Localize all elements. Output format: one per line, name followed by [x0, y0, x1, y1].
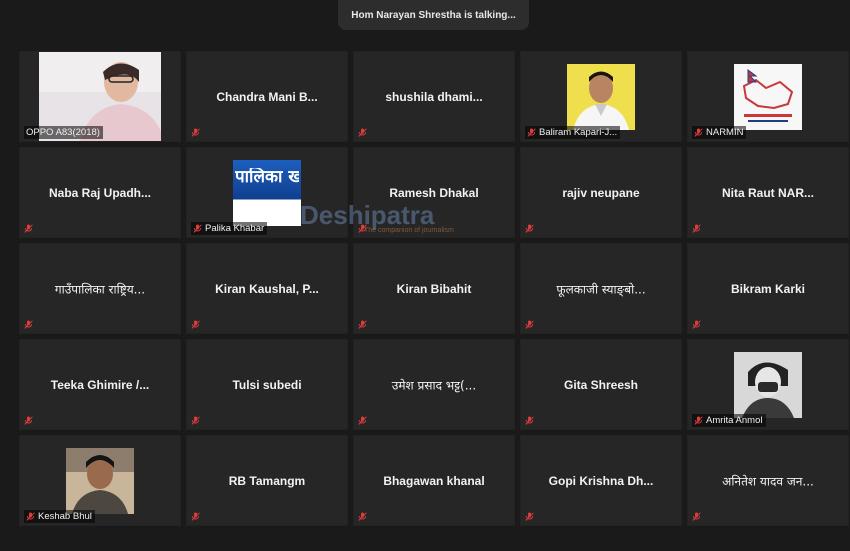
participant-tile[interactable]: Kiran Kaushal, P...	[186, 243, 348, 334]
participant-name: Bikram Karki	[730, 281, 806, 296]
participant-name: Chandra Mani B...	[216, 89, 318, 104]
participant-tile[interactable]: अनितेश यादव जन...	[687, 435, 849, 526]
participant-video: पालिका खबर	[233, 160, 301, 226]
participant-name: फूलकाजी स्याङ्बो...	[556, 282, 646, 296]
mic-muted-icon	[358, 512, 367, 521]
participant-tile[interactable]: OPPO A83(2018)	[19, 51, 181, 142]
mic-muted-icon	[358, 128, 367, 137]
mic-muted-icon	[24, 416, 33, 425]
participant-tile[interactable]: Bikram Karki	[687, 243, 849, 334]
participant-grid: OPPO A83(2018) Chandra Mani B... shushil…	[19, 51, 849, 526]
participant-name: shushila dhami...	[385, 89, 483, 104]
mic-muted-icon	[527, 128, 536, 137]
participant-name: Tulsi subedi	[232, 377, 302, 392]
participant-tile[interactable]: rajiv neupane	[520, 147, 682, 238]
mic-muted-icon	[358, 320, 367, 329]
participant-tile[interactable]: Amrita Anmol	[687, 339, 849, 430]
participant-name-label: NARMIN	[692, 126, 747, 139]
participant-tile[interactable]: shushila dhami...	[353, 51, 515, 142]
participant-tile[interactable]: Bhagawan khanal	[353, 435, 515, 526]
participant-tile[interactable]: Teeka Ghimire /...	[19, 339, 181, 430]
participant-tile[interactable]: Tulsi subedi	[186, 339, 348, 430]
mic-muted-icon	[191, 320, 200, 329]
mic-muted-icon	[694, 128, 703, 137]
participant-name: Kiran Kaushal, P...	[215, 281, 319, 296]
mic-muted-icon	[525, 320, 534, 329]
participant-tile[interactable]: फूलकाजी स्याङ्बो...	[520, 243, 682, 334]
participant-tile[interactable]: गाउँपालिका राष्ट्रिय...	[19, 243, 181, 334]
participant-name-label: Amrita Anmol	[692, 414, 766, 427]
mic-muted-icon	[193, 224, 202, 233]
participant-tile[interactable]: Ramesh Dhakal	[353, 147, 515, 238]
mic-muted-icon	[24, 320, 33, 329]
participant-video	[734, 64, 802, 130]
participant-name-label: Keshab Bhul	[24, 510, 95, 523]
participant-name: Kiran Bibahit	[396, 281, 472, 296]
participant-tile[interactable]: NARMIN	[687, 51, 849, 142]
participant-tile[interactable]: Baliram Kapari-J...	[520, 51, 682, 142]
participant-name: RB Tamangm	[228, 473, 306, 488]
mic-muted-icon	[692, 512, 701, 521]
participant-tile[interactable]: पालिका खबर Palika Khabar	[186, 147, 348, 238]
active-speaker-banner: Hom Narayan Shrestha is talking...	[338, 0, 529, 30]
mic-muted-icon	[358, 224, 367, 233]
participant-name: उमेश प्रसाद भट्ट(...	[391, 378, 477, 392]
participant-tile[interactable]: Kiran Bibahit	[353, 243, 515, 334]
participant-name: Gopi Krishna Dh...	[548, 473, 654, 488]
participant-name: Gita Shreesh	[563, 377, 639, 392]
participant-name: Bhagawan khanal	[383, 473, 485, 488]
mic-muted-icon	[525, 512, 534, 521]
participant-video	[734, 352, 802, 418]
participant-tile[interactable]: Keshab Bhul	[19, 435, 181, 526]
mic-muted-icon	[358, 416, 367, 425]
palika-khabar-logo: पालिका खबर	[233, 160, 301, 226]
mic-muted-icon	[694, 416, 703, 425]
mic-muted-icon	[191, 512, 200, 521]
participant-name: rajiv neupane	[562, 185, 640, 200]
participant-name-label: OPPO A83(2018)	[24, 126, 103, 139]
participant-video	[567, 64, 635, 130]
mic-muted-icon	[525, 224, 534, 233]
participant-name: Ramesh Dhakal	[389, 185, 479, 200]
participant-tile[interactable]: Chandra Mani B...	[186, 51, 348, 142]
participant-tile[interactable]: RB Tamangm	[186, 435, 348, 526]
participant-name: अनितेश यादव जन...	[722, 474, 814, 488]
mic-muted-icon	[692, 320, 701, 329]
mic-muted-icon	[26, 512, 35, 521]
participant-name: गाउँपालिका राष्ट्रिय...	[54, 282, 146, 296]
participant-tile[interactable]: Gopi Krishna Dh...	[520, 435, 682, 526]
mic-muted-icon	[191, 128, 200, 137]
participant-name: Nita Raut NAR...	[721, 185, 814, 200]
participant-name: Naba Raj Upadh...	[48, 185, 152, 200]
participant-name-label: Palika Khabar	[191, 222, 268, 235]
participant-tile[interactable]: Naba Raj Upadh...	[19, 147, 181, 238]
mic-muted-icon	[191, 416, 200, 425]
participant-name-label: Baliram Kapari-J...	[525, 126, 621, 139]
participant-tile[interactable]: उमेश प्रसाद भट्ट(...	[353, 339, 515, 430]
participant-video	[66, 448, 134, 514]
mic-muted-icon	[525, 416, 534, 425]
participant-name: Teeka Ghimire /...	[50, 377, 150, 392]
participant-tile[interactable]: Nita Raut NAR...	[687, 147, 849, 238]
mic-muted-icon	[692, 224, 701, 233]
participant-tile[interactable]: Gita Shreesh	[520, 339, 682, 430]
mic-muted-icon	[24, 224, 33, 233]
